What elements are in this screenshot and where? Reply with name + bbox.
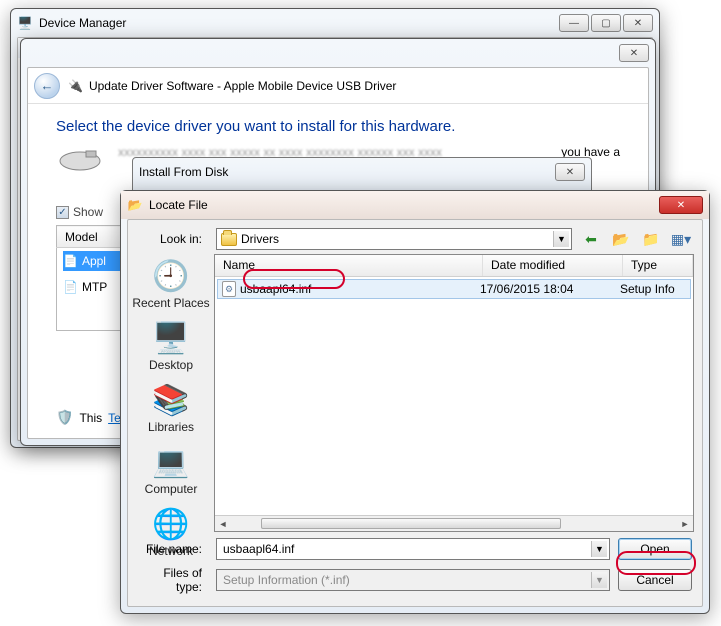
show-compatible-label: Show [73, 205, 103, 219]
ifd-title: Install From Disk [139, 165, 555, 179]
close-button[interactable]: ✕ [555, 163, 585, 181]
close-button[interactable]: ✕ [619, 44, 649, 62]
places-bar: 🕘Recent Places 🖥️Desktop 📚Libraries 💻Com… [128, 254, 214, 532]
col-date[interactable]: Date modified [483, 255, 623, 276]
cancel-button[interactable]: Cancel [618, 569, 692, 591]
scroll-thumb[interactable] [261, 518, 561, 529]
shield-icon: 🛡️ [56, 409, 73, 426]
scroll-left-icon[interactable]: ◄ [215, 516, 231, 531]
place-network[interactable]: 🌐Network [128, 504, 214, 566]
open-file-icon: 📂 [127, 197, 143, 213]
show-compatible-checkbox[interactable]: ✓ [56, 206, 69, 219]
lookin-value: Drivers [241, 232, 279, 246]
dm-titlebar[interactable]: 🖥️ Device Manager — ▢ ✕ [11, 9, 659, 37]
signed-driver-icon: 📄 [63, 280, 78, 294]
inf-file-icon [222, 281, 236, 297]
back-button[interactable]: ← [34, 73, 60, 99]
lf-title: Locate File [149, 198, 657, 212]
wizard-heading: Select the device driver you want to ins… [56, 118, 620, 135]
place-computer[interactable]: 💻Computer [128, 442, 214, 504]
place-desktop[interactable]: 🖥️Desktop [128, 318, 214, 380]
file-list[interactable]: Name Date modified Type usbaapl64.inf 17… [214, 254, 694, 532]
close-button[interactable]: ✕ [659, 196, 703, 214]
file-list-header[interactable]: Name Date modified Type [215, 255, 693, 277]
col-name[interactable]: Name [215, 255, 483, 276]
filename-label: File name: [138, 542, 208, 556]
new-folder-icon[interactable]: 📁 [640, 228, 662, 250]
views-icon[interactable]: ▦▾ [670, 228, 692, 250]
chevron-down-icon: ▼ [591, 572, 607, 588]
place-recent[interactable]: 🕘Recent Places [128, 256, 214, 318]
horizontal-scrollbar[interactable]: ◄ ► [215, 515, 693, 531]
close-button[interactable]: ✕ [623, 14, 653, 32]
lookin-label: Look in: [138, 232, 208, 246]
place-libraries[interactable]: 📚Libraries [128, 380, 214, 442]
back-icon[interactable]: ⬅ [580, 228, 602, 250]
wiz-titlebar[interactable]: ✕ [21, 39, 655, 67]
dm-title: Device Manager [39, 16, 557, 30]
minimize-button[interactable]: — [559, 14, 589, 32]
folder-icon [221, 233, 237, 246]
open-button[interactable]: Open [618, 538, 692, 560]
chevron-down-icon[interactable]: ▼ [553, 231, 569, 247]
lf-titlebar[interactable]: 📂 Locate File ✕ [121, 191, 709, 219]
pci-card-icon [56, 145, 104, 175]
maximize-button[interactable]: ▢ [591, 14, 621, 32]
filetype-label: Files of type: [138, 566, 208, 594]
signed-text: This [79, 411, 102, 425]
hardware-icon: 🔌 [68, 79, 83, 93]
filename-input[interactable]: usbaapl64.inf ▼ [216, 538, 610, 560]
file-row-selected[interactable]: usbaapl64.inf 17/06/2015 18:04 Setup Inf… [217, 279, 691, 299]
filetype-combo: Setup Information (*.inf) ▼ [216, 569, 610, 591]
lookin-combo[interactable]: Drivers ▼ [216, 228, 572, 250]
device-manager-icon: 🖥️ [17, 15, 33, 31]
signed-driver-icon: 📄 [63, 254, 78, 268]
locate-file-dialog: 📂 Locate File ✕ Look in: Drivers ▼ ⬅ 📂 📁… [120, 190, 710, 614]
up-one-level-icon[interactable]: 📂 [610, 228, 632, 250]
col-type[interactable]: Type [623, 255, 693, 276]
chevron-down-icon[interactable]: ▼ [591, 541, 607, 557]
wizard-title: Update Driver Software - Apple Mobile De… [89, 79, 396, 93]
scroll-right-icon[interactable]: ► [677, 516, 693, 531]
